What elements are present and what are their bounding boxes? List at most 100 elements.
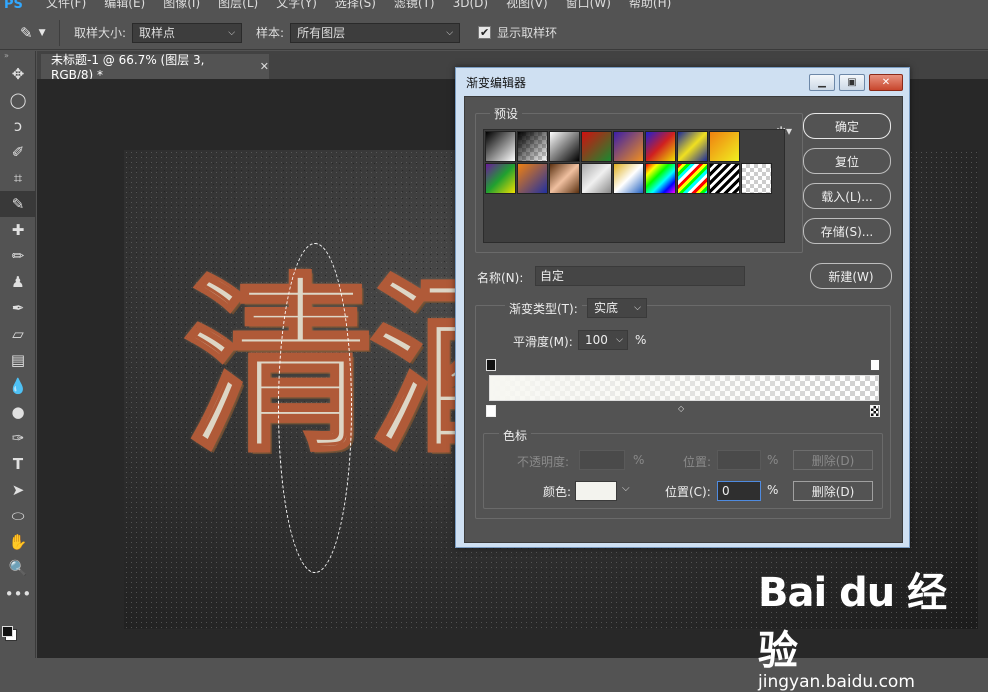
load-button[interactable]: 载入(L)... [803, 183, 891, 209]
eyedropper-icon[interactable]: ✎ [0, 191, 36, 217]
menu-layer[interactable]: 图层(L) [218, 0, 258, 16]
document-tab[interactable]: 未标题-1 @ 66.7% (图层 3, RGB/8) * ✕ [41, 53, 269, 82]
hand-icon[interactable]: ✋ [0, 529, 36, 555]
brush-icon[interactable]: ✏ [0, 243, 36, 269]
preset-swatch[interactable] [485, 131, 516, 162]
show-sampling-ring-label: 显示取样环 [497, 26, 558, 40]
elliptical-selection [278, 243, 352, 573]
opacity-position-label: 位置: [683, 455, 712, 469]
reset-button[interactable]: 复位 [803, 148, 891, 174]
color-swatch[interactable] [575, 481, 617, 501]
name-field[interactable]: 自定 [535, 266, 745, 286]
dodge-icon[interactable]: ● [0, 399, 36, 425]
close-icon[interactable]: ✕ [260, 60, 269, 73]
preset-swatch[interactable] [549, 131, 580, 162]
presets-swatch-grid [483, 129, 785, 243]
chevron-down-icon[interactable]: ⌵ [622, 483, 630, 494]
chevron-down-icon: ⌵ [616, 335, 623, 345]
smoothness-value: 100 [585, 333, 608, 347]
close-button[interactable]: ✕ [869, 74, 903, 91]
marquee-ellipse-icon[interactable]: ◯ [0, 87, 36, 113]
minimize-button[interactable]: ▁ [809, 74, 835, 91]
blur-icon[interactable]: 💧 [0, 373, 36, 399]
preset-swatch[interactable] [613, 163, 644, 194]
color-position-field[interactable]: 0 [717, 481, 761, 501]
color-stop-right[interactable] [870, 405, 880, 417]
name-label: 名称(N): [477, 271, 524, 285]
sample-value: 所有图层 [297, 26, 346, 40]
crop-icon[interactable]: ⌗ [0, 165, 36, 191]
ok-button[interactable]: 确定 [803, 113, 891, 139]
maximize-button[interactable]: ▣ [839, 74, 865, 91]
foreground-color-swatch[interactable] [2, 626, 13, 637]
preset-swatch[interactable] [645, 131, 676, 162]
preset-swatch[interactable] [517, 163, 548, 194]
opacity-stop-left[interactable] [486, 359, 496, 371]
menu-help[interactable]: 帮助(H) [629, 0, 671, 16]
preset-swatch[interactable] [613, 131, 644, 162]
chevron-down-icon: ▼ [38, 27, 46, 38]
menu-file[interactable]: 文件(F) [46, 0, 86, 16]
preset-swatch[interactable] [645, 163, 676, 194]
preset-swatch[interactable] [517, 131, 548, 162]
midpoint-diamond-icon[interactable]: ◇ [678, 404, 684, 413]
preset-swatch[interactable] [581, 163, 612, 194]
gradient-preview-bar[interactable] [489, 375, 879, 401]
gradient-editor-dialog: 渐变编辑器 ▁ ▣ ✕ 预设 ✲▾ [455, 67, 910, 548]
history-brush-icon[interactable]: ✒ [0, 295, 36, 321]
move-icon[interactable]: ✥ [0, 61, 36, 87]
opacity-percent: % [633, 453, 645, 467]
color-stop-left[interactable] [486, 405, 496, 417]
menu-filter[interactable]: 滤镜(T) [394, 0, 435, 16]
gradient-type-value: 实底 [594, 301, 619, 315]
menu-3d[interactable]: 3D(D) [453, 0, 488, 16]
options-bar: ✎ ▼ 取样大小: 取样点 ⌵ 样本: 所有图层 ⌵ ✔ 显示取样环 [0, 16, 988, 50]
panel-collapse-icon[interactable]: » [0, 51, 35, 61]
menu-type[interactable]: 文字(Y) [276, 0, 317, 16]
gradient-type-select[interactable]: 实底 ⌵ [587, 298, 647, 318]
preset-swatch[interactable] [741, 163, 772, 194]
healing-icon[interactable]: ✚ [0, 217, 36, 243]
preset-swatch[interactable] [709, 131, 740, 162]
quick-select-icon[interactable]: ✐ [0, 139, 36, 165]
menu-image[interactable]: 图像(I) [163, 0, 200, 16]
stamp-icon[interactable]: ♟ [0, 269, 36, 295]
tool-preset-picker[interactable]: ✎ ▼ [0, 19, 60, 46]
menu-view[interactable]: 视图(V) [506, 0, 548, 16]
smoothness-percent: % [635, 333, 647, 347]
save-button[interactable]: 存储(S)... [803, 218, 891, 244]
delete-color-stop-button[interactable]: 删除(D) [793, 481, 873, 501]
show-sampling-ring-checkbox[interactable]: ✔ [478, 26, 492, 39]
opacity-stop-right[interactable] [870, 359, 880, 371]
color-position-percent: % [767, 483, 779, 497]
preset-swatch[interactable] [581, 131, 612, 162]
zoom-icon[interactable]: 🔍 [0, 555, 36, 581]
pen-icon[interactable]: ✑ [0, 425, 36, 451]
ellipse-icon[interactable]: ⬭ [0, 503, 36, 529]
preset-swatch[interactable] [709, 163, 740, 194]
menu-select[interactable]: 选择(S) [335, 0, 376, 16]
new-button[interactable]: 新建(W) [810, 263, 892, 289]
smoothness-label: 平滑度(M): [513, 335, 573, 349]
preset-swatch[interactable] [549, 163, 580, 194]
menu-edit[interactable]: 编辑(E) [104, 0, 145, 16]
menu-window[interactable]: 窗口(W) [566, 0, 611, 16]
eraser-icon[interactable]: ▱ [0, 321, 36, 347]
path-select-icon[interactable]: ➤ [0, 477, 36, 503]
smoothness-field[interactable]: 100 ⌵ [578, 330, 628, 350]
opacity-label: 不透明度: [517, 455, 570, 469]
preset-swatch[interactable] [677, 163, 708, 194]
lasso-icon[interactable]: ↄ [0, 113, 36, 139]
sample-select[interactable]: 所有图层 ⌵ [290, 22, 461, 43]
preset-swatch[interactable] [677, 131, 708, 162]
more-icon[interactable]: ••• [0, 581, 36, 607]
opacity-position-percent: % [767, 453, 779, 467]
preset-swatch[interactable] [485, 163, 516, 194]
baidu-watermark: Bai du 经验 jingyan.baidu.com [758, 560, 978, 692]
gradient-type-label: 渐变类型(T): [505, 300, 582, 317]
type-icon[interactable]: T [0, 451, 36, 477]
chevron-down-icon: ⌵ [228, 27, 236, 38]
sample-size-select[interactable]: 取样点 ⌵ [132, 22, 243, 43]
sample-size-value: 取样点 [139, 26, 176, 40]
gradient-icon[interactable]: ▤ [0, 347, 36, 373]
